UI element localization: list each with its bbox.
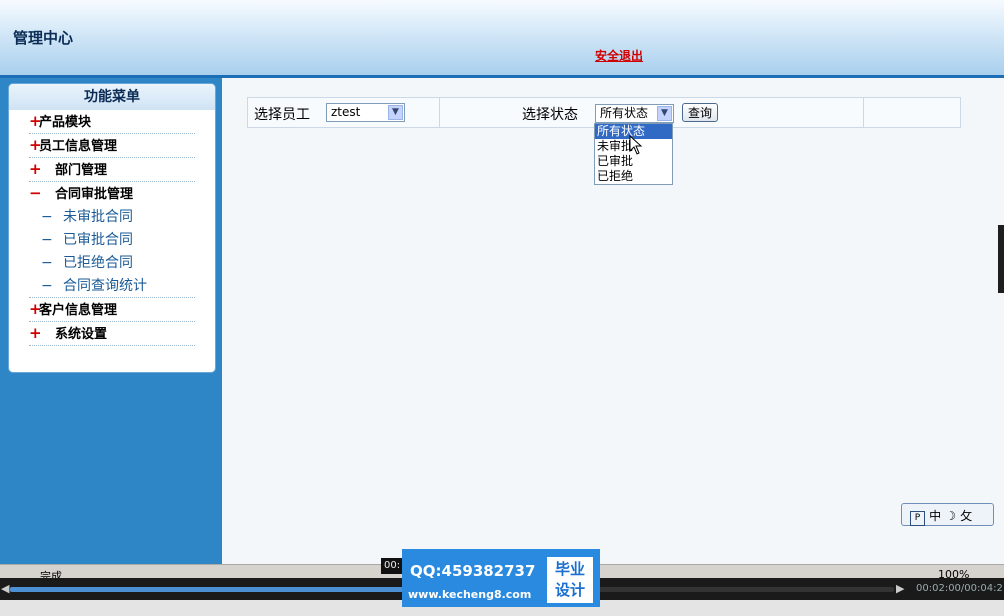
forward-icon[interactable]: ▶: [896, 582, 904, 595]
submenu-label: 未审批合同: [63, 209, 133, 225]
expand-icon: +: [29, 112, 42, 130]
menu-item-label: 合同审批管理: [55, 187, 134, 202]
status-select[interactable]: 所有状态 ▼: [595, 104, 674, 123]
left-sidebar: 功能菜单 +产品模块 +员工信息管理 + 部门管理 − 合同审批管理 − 未审批合同 …: [0, 78, 222, 564]
chevron-down-icon: ▼: [657, 106, 672, 121]
menu-item-label: 系统设置: [55, 327, 108, 342]
watermark-badge: 毕业 设计: [547, 557, 593, 603]
submenu-label: 已拒绝合同: [63, 255, 133, 271]
ime-punctuation-icon: ⺙: [960, 509, 973, 523]
watermark-banner: QQ:459382737 www.kecheng8.com 毕业 设计: [402, 549, 600, 607]
function-menu: 功能菜单 +产品模块 +员工信息管理 + 部门管理 − 合同审批管理 − 未审批合同 …: [8, 83, 216, 373]
progress-fill: [10, 587, 417, 592]
rewind-icon[interactable]: ◀: [1, 582, 9, 595]
menu-item-settings[interactable]: + 系统设置: [29, 322, 195, 346]
menu-item-product[interactable]: +产品模块: [29, 110, 195, 134]
menu-item-label: 产品模块: [39, 115, 92, 130]
expand-icon: +: [29, 300, 42, 318]
submenu-approved[interactable]: − 已审批合同: [29, 229, 195, 252]
watermark-badge-line1: 毕业: [554, 560, 585, 578]
menu-item-customer[interactable]: +客户信息管理: [29, 298, 195, 322]
ime-language-icon: 中: [929, 509, 942, 523]
playback-time: 00:02:00/00:04:2: [916, 583, 1003, 594]
expand-icon: +: [29, 136, 42, 154]
employee-label: 选择员工: [254, 107, 310, 123]
expand-icon: +: [29, 160, 42, 178]
status-option[interactable]: 已审批: [595, 154, 672, 169]
logout-link[interactable]: 安全退出: [595, 47, 643, 64]
filter-cell-employee: 选择员工 ztest ▼: [248, 98, 440, 127]
expand-icon: +: [29, 324, 42, 342]
status-option[interactable]: 已拒绝: [595, 169, 672, 184]
mouse-cursor-icon: [629, 135, 643, 155]
menu-title: 功能菜单: [9, 84, 215, 110]
page-title: 管理中心: [13, 29, 74, 47]
menu-item-contract[interactable]: − 合同审批管理: [29, 182, 195, 206]
dash-icon: −: [41, 255, 53, 271]
submenu-rejected[interactable]: − 已拒绝合同: [29, 252, 195, 275]
menu-item-label: 部门管理: [55, 163, 108, 178]
side-handle[interactable]: [998, 225, 1004, 293]
collapse-icon: −: [29, 184, 42, 202]
submenu-unapproved[interactable]: − 未审批合同: [29, 206, 195, 229]
watermark-url: www.kecheng8.com: [408, 588, 532, 601]
query-button[interactable]: 查询: [682, 103, 719, 122]
submenu-query-stats[interactable]: − 合同查询统计: [29, 275, 195, 298]
watermark-qq: QQ:459382737: [410, 562, 536, 580]
ime-logo-icon: P: [910, 511, 925, 526]
menu-list: +产品模块 +员工信息管理 + 部门管理 − 合同审批管理 − 未审批合同 − 已审批合…: [9, 110, 215, 346]
ime-toolbar[interactable]: P 中 ☽ ⺙: [901, 503, 994, 526]
employee-select-value: ztest: [331, 105, 361, 119]
submenu-label: 合同查询统计: [63, 278, 147, 294]
menu-item-label: 员工信息管理: [39, 139, 118, 154]
submenu-label: 已审批合同: [63, 232, 133, 248]
header-banner: 管理中心 安全退出: [0, 0, 1004, 78]
menu-item-label: 客户信息管理: [39, 303, 118, 318]
dash-icon: −: [41, 232, 53, 248]
employee-select[interactable]: ztest ▼: [326, 103, 405, 122]
menu-item-employee[interactable]: +员工信息管理: [29, 134, 195, 158]
status-label: 选择状态: [522, 107, 578, 123]
chevron-down-icon: ▼: [388, 105, 403, 120]
watermark-badge-line2: 设计: [554, 581, 585, 599]
dash-icon: −: [41, 209, 53, 225]
dash-icon: −: [41, 278, 53, 294]
menu-item-department[interactable]: + 部门管理: [29, 158, 195, 182]
player-time-tooltip: 00:: [381, 558, 404, 574]
ime-halfwidth-icon: ☽: [945, 509, 957, 523]
status-select-value: 所有状态: [600, 106, 649, 120]
